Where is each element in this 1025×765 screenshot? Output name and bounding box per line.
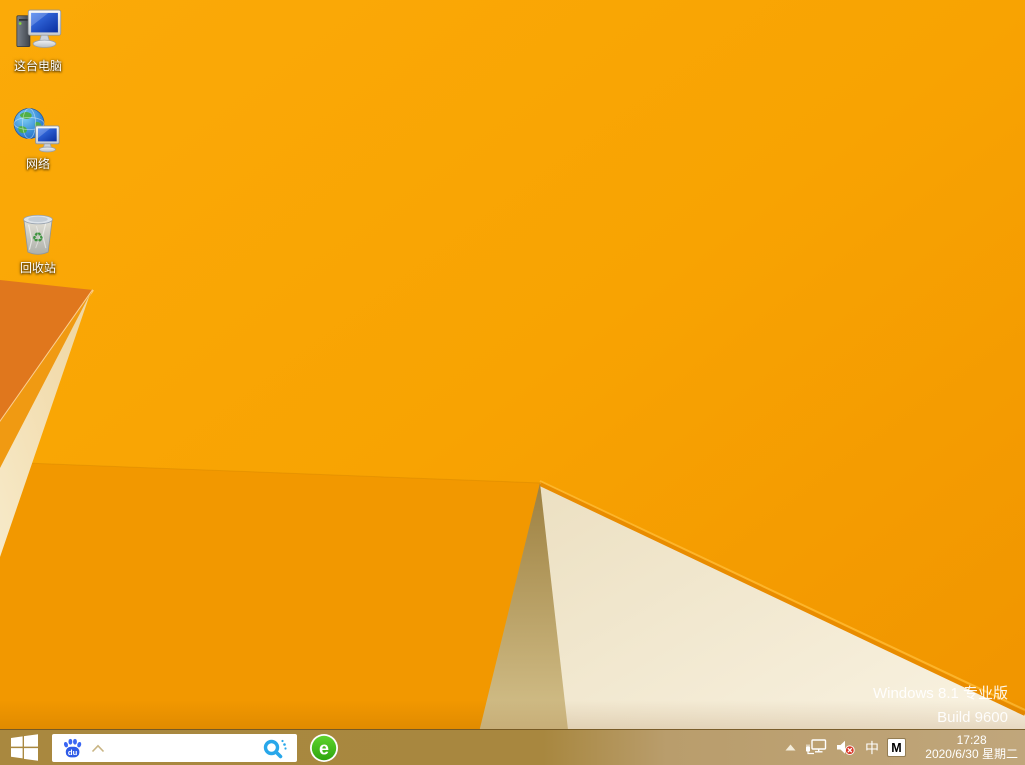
baidu-search-magnifier-icon[interactable]	[261, 737, 288, 760]
desktop-icon-label: 回收站	[0, 262, 76, 275]
ethernet-network-icon	[805, 739, 827, 756]
clock-time: 17:28	[925, 733, 1018, 747]
system-tray: 中 M	[785, 730, 905, 765]
clock-date: 2020/6/30 星期二	[925, 747, 1018, 761]
recycle-bin-icon: ♻	[13, 208, 63, 260]
desktop-icon-label: 网络	[0, 158, 76, 171]
ime-language-indicator[interactable]: 中	[865, 741, 879, 755]
taskbar-app-360-browser[interactable]: e	[308, 733, 340, 763]
taskbar: du e	[0, 729, 1025, 765]
volume-muted-tray-icon[interactable]	[836, 739, 856, 756]
windows-desktop: 这台电脑 网络	[0, 0, 1025, 765]
watermark-edition: Windows 8.1 专业版	[873, 682, 1008, 706]
windows-version-watermark: Windows 8.1 专业版 Build 9600	[873, 682, 1008, 730]
start-button[interactable]	[0, 730, 48, 765]
desktop-icon-this-pc[interactable]: 这台电脑	[0, 6, 76, 73]
show-hidden-icons-button[interactable]	[785, 744, 796, 751]
watermark-build: Build 9600	[873, 706, 1008, 730]
baidu-du-text: du	[68, 747, 78, 756]
baidu-logo-icon[interactable]: du	[61, 737, 84, 760]
search-input[interactable]	[105, 737, 261, 759]
desktop-icon-network[interactable]: 网络	[0, 104, 76, 171]
baidu-search-box[interactable]: du	[52, 734, 297, 762]
desktop-icon-recycle-bin[interactable]: ♻ 回收站	[0, 208, 76, 275]
360-e-glyph: e	[319, 739, 329, 759]
this-pc-icon	[12, 6, 64, 58]
desktop-icon-label: 这台电脑	[0, 60, 76, 73]
network-icon	[12, 104, 64, 156]
chevron-up-icon[interactable]	[91, 744, 105, 753]
taskbar-clock[interactable]: 17:28 2020/6/30 星期二	[925, 733, 1018, 761]
wallpaper-image	[0, 0, 1025, 765]
speaker-muted-icon	[836, 739, 856, 756]
ime-mode-indicator[interactable]: M	[888, 739, 905, 756]
recycle-glyph: ♻	[32, 230, 44, 245]
windows-logo-icon	[11, 734, 38, 761]
360-browser-icon: e	[309, 733, 339, 763]
chevron-up-small-icon	[785, 744, 796, 751]
network-tray-icon[interactable]	[805, 739, 827, 756]
